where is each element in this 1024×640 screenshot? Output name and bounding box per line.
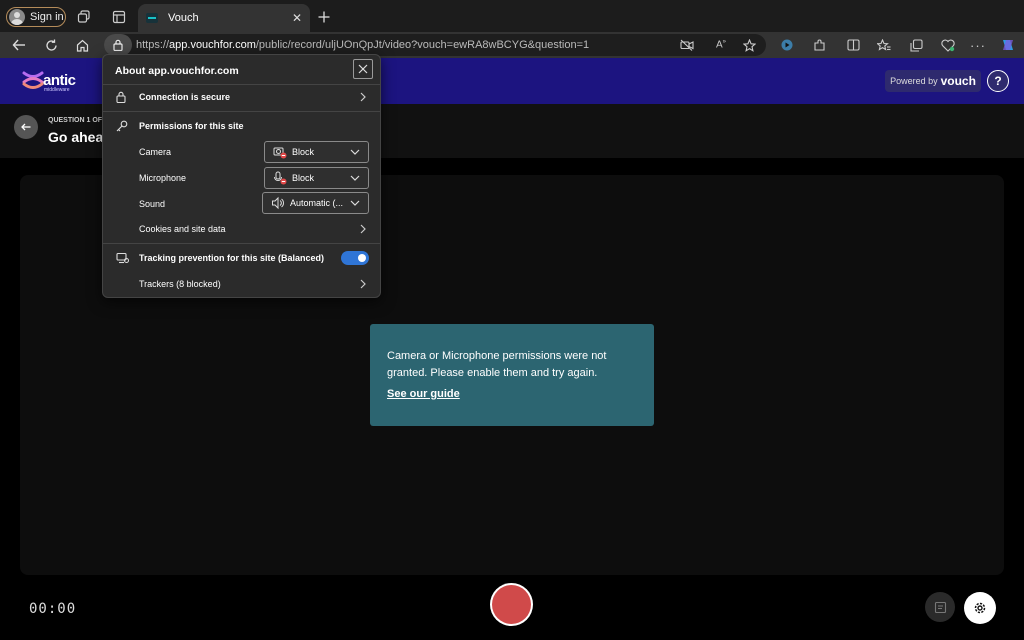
- read-aloud-icon[interactable]: A»: [711, 35, 731, 55]
- microphone-value: Block: [292, 173, 315, 183]
- sound-value: Automatic (...: [290, 198, 344, 208]
- chevron-right-icon: [360, 279, 366, 289]
- chevron-right-icon: [360, 224, 366, 234]
- site-info-button[interactable]: [104, 34, 132, 56]
- logo-subtitle: middleware: [44, 87, 70, 93]
- permissions-heading: Permissions for this site: [139, 121, 244, 131]
- record-dot-icon: [492, 585, 531, 624]
- new-tab-icon[interactable]: [314, 7, 334, 27]
- url-scheme: https://: [136, 39, 170, 51]
- tracking-prevention-row: Tracking prevention for this site (Balan…: [103, 245, 380, 271]
- vouch-favicon-icon: [146, 13, 158, 23]
- refresh-icon[interactable]: [41, 35, 61, 55]
- close-icon: [358, 64, 368, 74]
- microphone-permission-select[interactable]: Block: [264, 167, 369, 189]
- extensions-icon[interactable]: [809, 35, 829, 55]
- url-domain: app.vouchfor.com: [169, 39, 256, 51]
- chevron-down-icon: [350, 149, 360, 155]
- sound-permission-select[interactable]: Automatic (...: [262, 192, 369, 214]
- arrow-left-icon: [21, 123, 31, 131]
- chevron-down-icon: [350, 175, 360, 181]
- home-icon[interactable]: [72, 35, 92, 55]
- browser-tab[interactable]: Vouch ✕: [138, 4, 310, 32]
- question-title: Go ahea: [48, 129, 104, 145]
- connection-secure-row[interactable]: Connection is secure: [103, 84, 380, 110]
- camera-permission-select[interactable]: Block: [264, 141, 369, 163]
- chevron-right-icon: [360, 92, 366, 102]
- trackers-row[interactable]: Trackers (8 blocked): [103, 271, 380, 297]
- camera-blocked-icon[interactable]: [677, 35, 697, 55]
- tracking-prevention-icon: [116, 252, 129, 264]
- powered-by-label: Powered by: [890, 76, 938, 86]
- recording-timer: 00:00: [29, 601, 77, 617]
- notes-button[interactable]: [925, 592, 955, 622]
- microphone-label: Microphone: [139, 173, 187, 183]
- microphone-blocked-icon: [274, 171, 287, 185]
- question-counter: QUESTION 1 OF 3: [48, 117, 108, 124]
- tracking-prevention-toggle[interactable]: [341, 251, 369, 265]
- workspaces-icon[interactable]: [74, 7, 94, 27]
- url-text[interactable]: https://app.vouchfor.com/public/record/u…: [136, 39, 589, 51]
- divider: [103, 111, 380, 112]
- split-screen-icon[interactable]: [843, 35, 863, 55]
- lock-icon: [116, 91, 126, 103]
- help-button[interactable]: ?: [987, 70, 1009, 92]
- sign-in-button[interactable]: Sign in: [6, 7, 66, 27]
- key-icon: [116, 120, 128, 132]
- profile-avatar-icon: [9, 9, 25, 25]
- url-path: /public/record/uljUOnQpJt/video?vouch=ew…: [255, 39, 590, 51]
- favorites-icon[interactable]: [874, 35, 894, 55]
- lock-icon: [113, 39, 123, 51]
- close-tab-icon[interactable]: ✕: [292, 11, 302, 25]
- sign-in-label: Sign in: [30, 11, 64, 23]
- collections-icon[interactable]: [906, 35, 926, 55]
- antic-logo: antic middleware: [22, 70, 82, 94]
- tab-title: Vouch: [168, 12, 199, 24]
- notes-icon: [934, 601, 946, 613]
- speaker-icon: [272, 196, 284, 210]
- help-icon: ?: [994, 74, 1002, 88]
- question-back-button[interactable]: [14, 115, 38, 139]
- browser-essentials-icon[interactable]: [938, 35, 958, 55]
- powered-by-vouch-badge[interactable]: Powered by vouch: [885, 70, 981, 92]
- site-info-popup: About app.vouchfor.com Connection is sec…: [102, 54, 381, 298]
- cookies-row[interactable]: Cookies and site data: [103, 216, 380, 242]
- tracking-label: Tracking prevention for this site (Balan…: [139, 253, 325, 263]
- permission-message-text: Camera or Microphone permissions were no…: [387, 350, 607, 379]
- divider: [103, 243, 380, 244]
- extension-play-icon[interactable]: [777, 35, 797, 55]
- tab-actions-icon[interactable]: [109, 7, 129, 27]
- camera-blocked-icon: [273, 147, 287, 159]
- address-bar[interactable]: https://app.vouchfor.com/public/record/u…: [104, 34, 766, 56]
- connection-label: Connection is secure: [139, 92, 231, 102]
- settings-button[interactable]: [964, 592, 996, 624]
- copilot-icon[interactable]: [998, 35, 1018, 55]
- favorite-star-icon[interactable]: [739, 35, 759, 55]
- chevron-down-icon: [350, 200, 360, 206]
- vouch-brand: vouch: [940, 74, 976, 88]
- permission-error-message: Camera or Microphone permissions were no…: [370, 324, 654, 426]
- trackers-label: Trackers (8 blocked): [139, 279, 221, 289]
- more-options-icon[interactable]: ···: [968, 35, 988, 55]
- gear-icon: [974, 602, 986, 614]
- cookies-label: Cookies and site data: [139, 224, 226, 234]
- popup-close-button[interactable]: [353, 59, 373, 79]
- see-guide-link[interactable]: See our guide: [387, 388, 638, 400]
- camera-label: Camera: [139, 147, 172, 157]
- record-button[interactable]: [490, 583, 533, 626]
- camera-value: Block: [292, 147, 315, 157]
- sound-label: Sound: [139, 199, 166, 209]
- permissions-heading-row: Permissions for this site: [103, 113, 380, 139]
- popup-title: About app.vouchfor.com: [115, 65, 239, 77]
- back-icon[interactable]: [9, 35, 29, 55]
